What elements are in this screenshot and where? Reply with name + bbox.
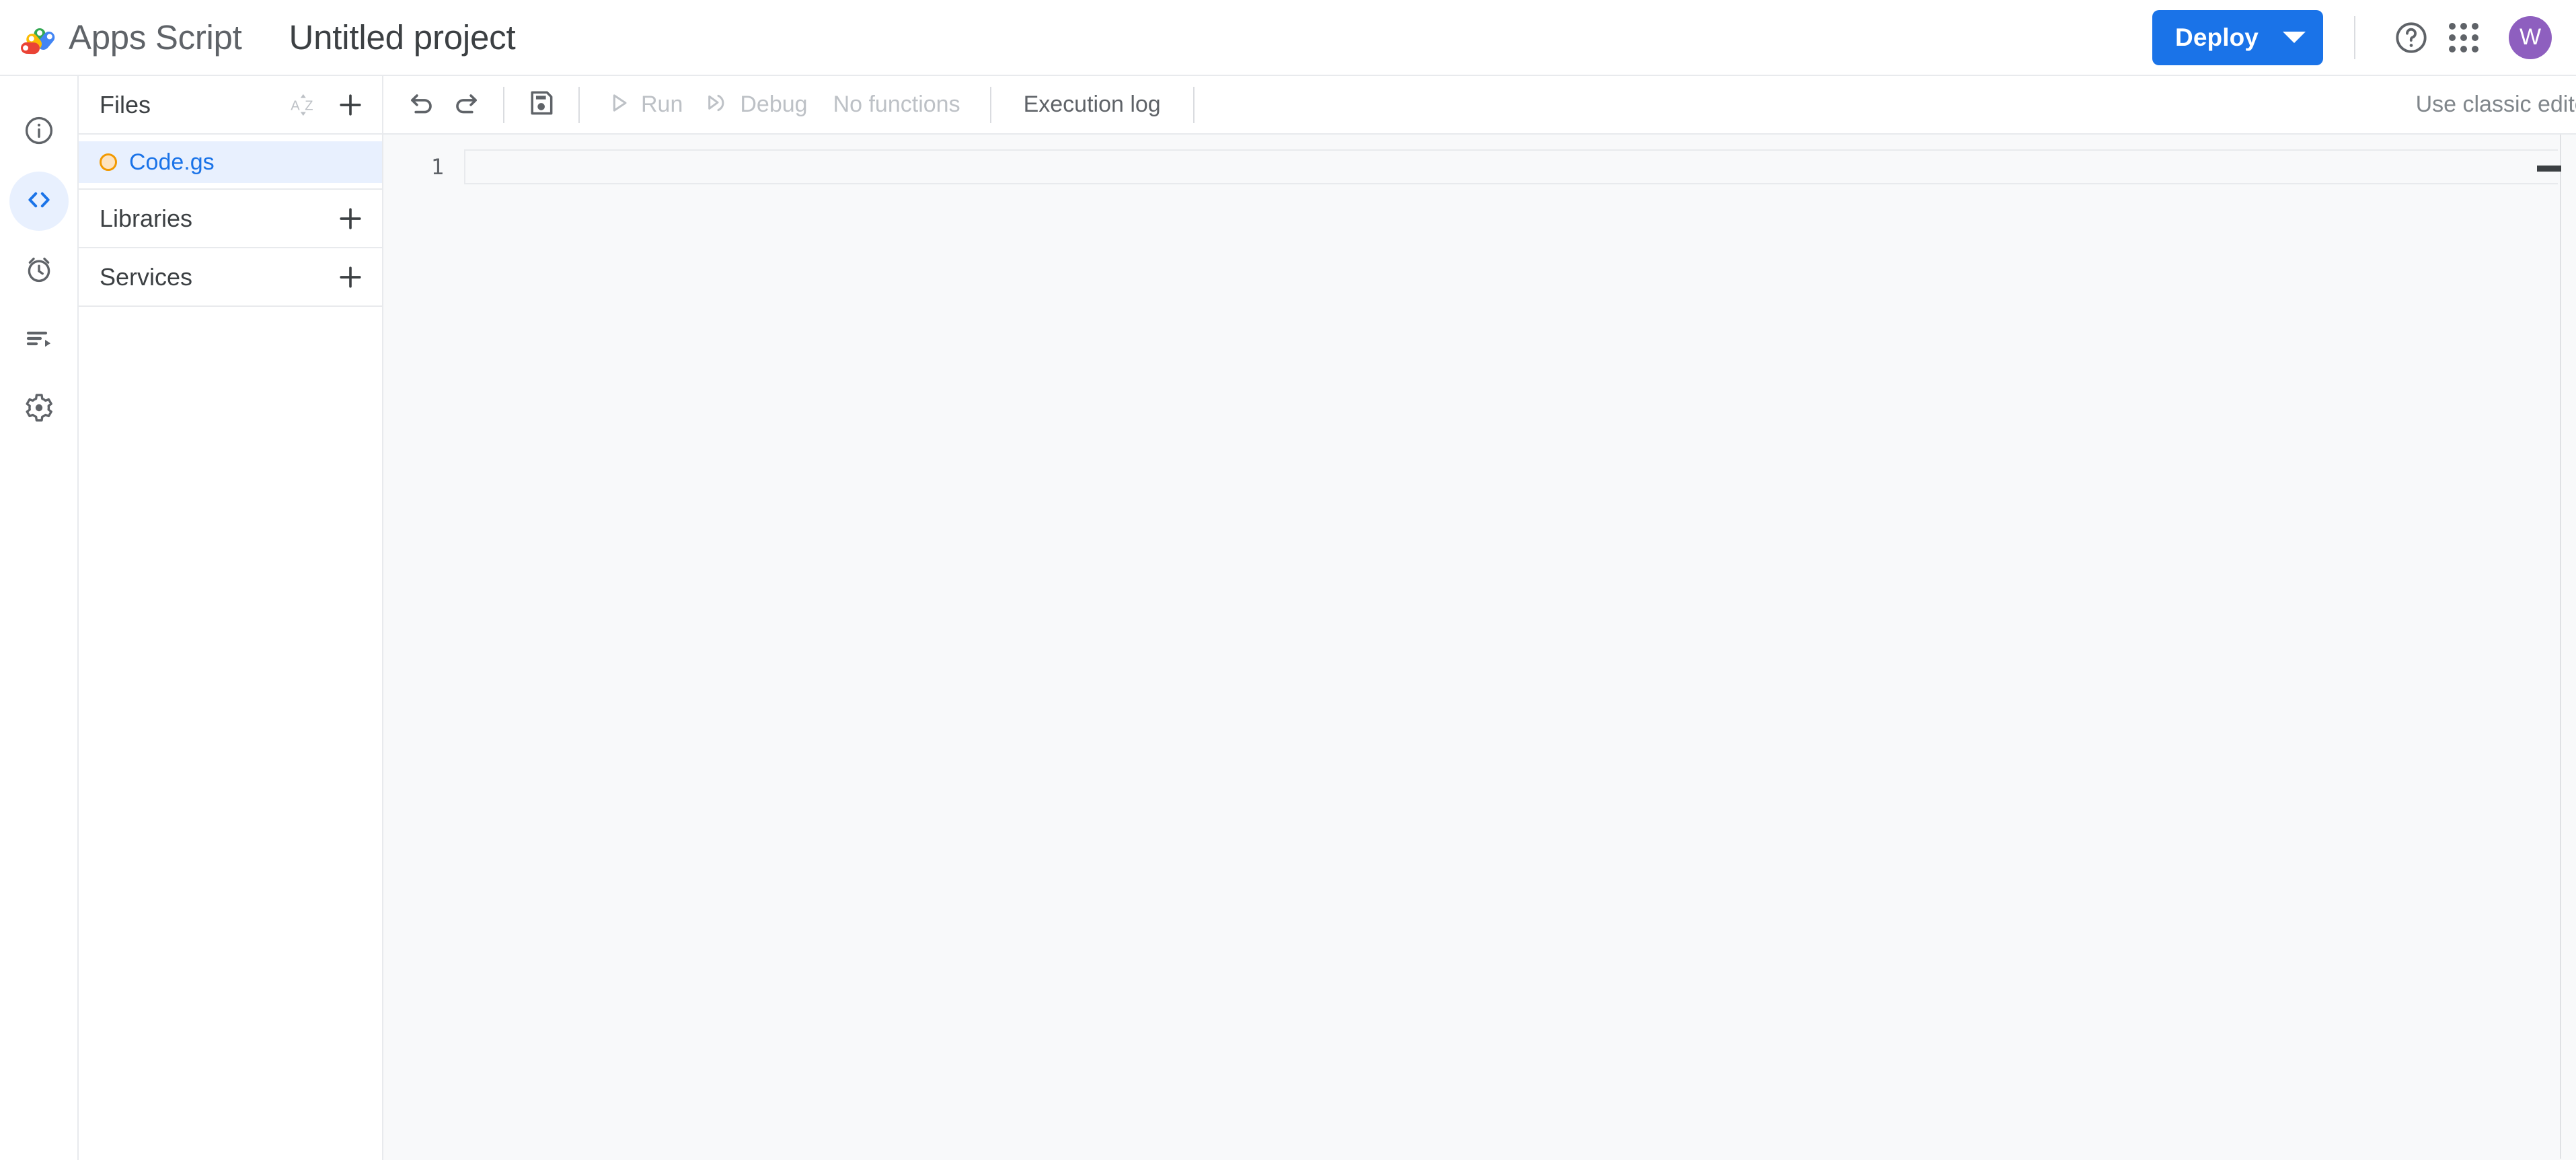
debug-step-icon xyxy=(704,89,731,120)
editor-toolbar: Run Debug No functions Execution log Use… xyxy=(383,76,2576,135)
save-floppy-icon xyxy=(527,88,556,121)
files-section-title: Files xyxy=(100,90,151,118)
execution-log-button[interactable]: Execution log xyxy=(1006,92,1178,118)
add-library-button[interactable] xyxy=(330,198,371,240)
redo-button[interactable] xyxy=(444,83,488,127)
libraries-section-title: Libraries xyxy=(100,204,193,232)
file-status-icon xyxy=(100,153,117,171)
run-label: Run xyxy=(641,92,683,117)
files-section-header: Files A Z xyxy=(79,76,382,135)
redo-icon xyxy=(451,87,482,122)
sidebar-item-editor[interactable] xyxy=(9,172,69,231)
add-service-button[interactable] xyxy=(330,256,371,298)
toolbar-divider xyxy=(503,86,504,123)
services-section-title: Services xyxy=(100,262,193,291)
brand-area[interactable]: Apps Script xyxy=(20,17,242,57)
line-number: 1 xyxy=(430,154,444,180)
files-list: Code.gs xyxy=(79,135,382,188)
gear-icon xyxy=(23,392,55,427)
files-panel: Files A Z Code.gs Libraries Services xyxy=(79,76,383,1160)
libraries-section-actions xyxy=(330,198,371,240)
code-line-content[interactable] xyxy=(464,149,2549,184)
debug-label: Debug xyxy=(740,92,808,117)
sort-az-icon[interactable]: A Z xyxy=(282,84,324,126)
editor-area: Run Debug No functions Execution log Use… xyxy=(383,76,2576,1160)
play-triangle-icon xyxy=(605,89,632,120)
left-rail xyxy=(0,76,79,1160)
alarm-clock-icon xyxy=(23,253,55,289)
undo-button[interactable] xyxy=(400,83,444,127)
apps-script-logo-icon xyxy=(20,18,59,57)
undo-icon xyxy=(406,87,437,122)
header-divider xyxy=(2354,15,2355,59)
help-circle-icon[interactable] xyxy=(2385,11,2437,64)
sidebar-item-executions[interactable] xyxy=(9,310,69,369)
deploy-button[interactable]: Deploy xyxy=(2152,9,2323,65)
sidebar-item-triggers[interactable] xyxy=(9,241,69,300)
code-brackets-icon xyxy=(23,184,55,219)
save-button[interactable] xyxy=(519,83,564,127)
apps-grid-icon[interactable] xyxy=(2437,11,2490,64)
code-editor-surface[interactable]: 1 xyxy=(383,135,2576,1159)
sidebar-item-project-settings[interactable] xyxy=(9,379,69,439)
brand-name: Apps Script xyxy=(69,18,242,57)
run-button[interactable]: Run xyxy=(595,83,693,127)
avatar[interactable]: W xyxy=(2509,15,2552,59)
add-file-button[interactable] xyxy=(330,84,371,126)
services-section-actions xyxy=(330,256,371,298)
services-section-header[interactable]: Services xyxy=(79,248,382,307)
app-header: Apps Script Untitled project Deploy W xyxy=(0,0,2576,76)
toolbar-divider-2 xyxy=(578,86,580,123)
info-circle-icon xyxy=(23,114,55,150)
chevron-down-icon xyxy=(2283,32,2306,43)
sidebar-item-overview[interactable] xyxy=(9,102,69,161)
svg-text:A: A xyxy=(291,98,300,113)
deploy-label: Deploy xyxy=(2175,23,2259,51)
libraries-section-header[interactable]: Libraries xyxy=(79,190,382,248)
svg-text:Z: Z xyxy=(305,98,313,113)
editor-scrollbar[interactable] xyxy=(2561,135,2576,1159)
toolbar-divider-3 xyxy=(989,86,991,123)
file-name: Code.gs xyxy=(129,149,215,175)
header-actions: Deploy W xyxy=(2152,9,2552,65)
editor-minimap[interactable] xyxy=(2537,135,2561,1159)
files-section-actions: A Z xyxy=(282,84,371,126)
minimap-current-line-marker xyxy=(2537,166,2561,172)
function-selector[interactable]: No functions xyxy=(819,92,975,118)
file-item-code-gs[interactable]: Code.gs xyxy=(79,141,382,183)
debug-button[interactable]: Debug xyxy=(693,83,818,127)
use-classic-editor-link[interactable]: Use classic editor xyxy=(2416,92,2576,118)
project-title[interactable]: Untitled project xyxy=(289,17,515,57)
toolbar-divider-4 xyxy=(1192,86,1195,123)
executions-list-icon xyxy=(23,322,55,358)
